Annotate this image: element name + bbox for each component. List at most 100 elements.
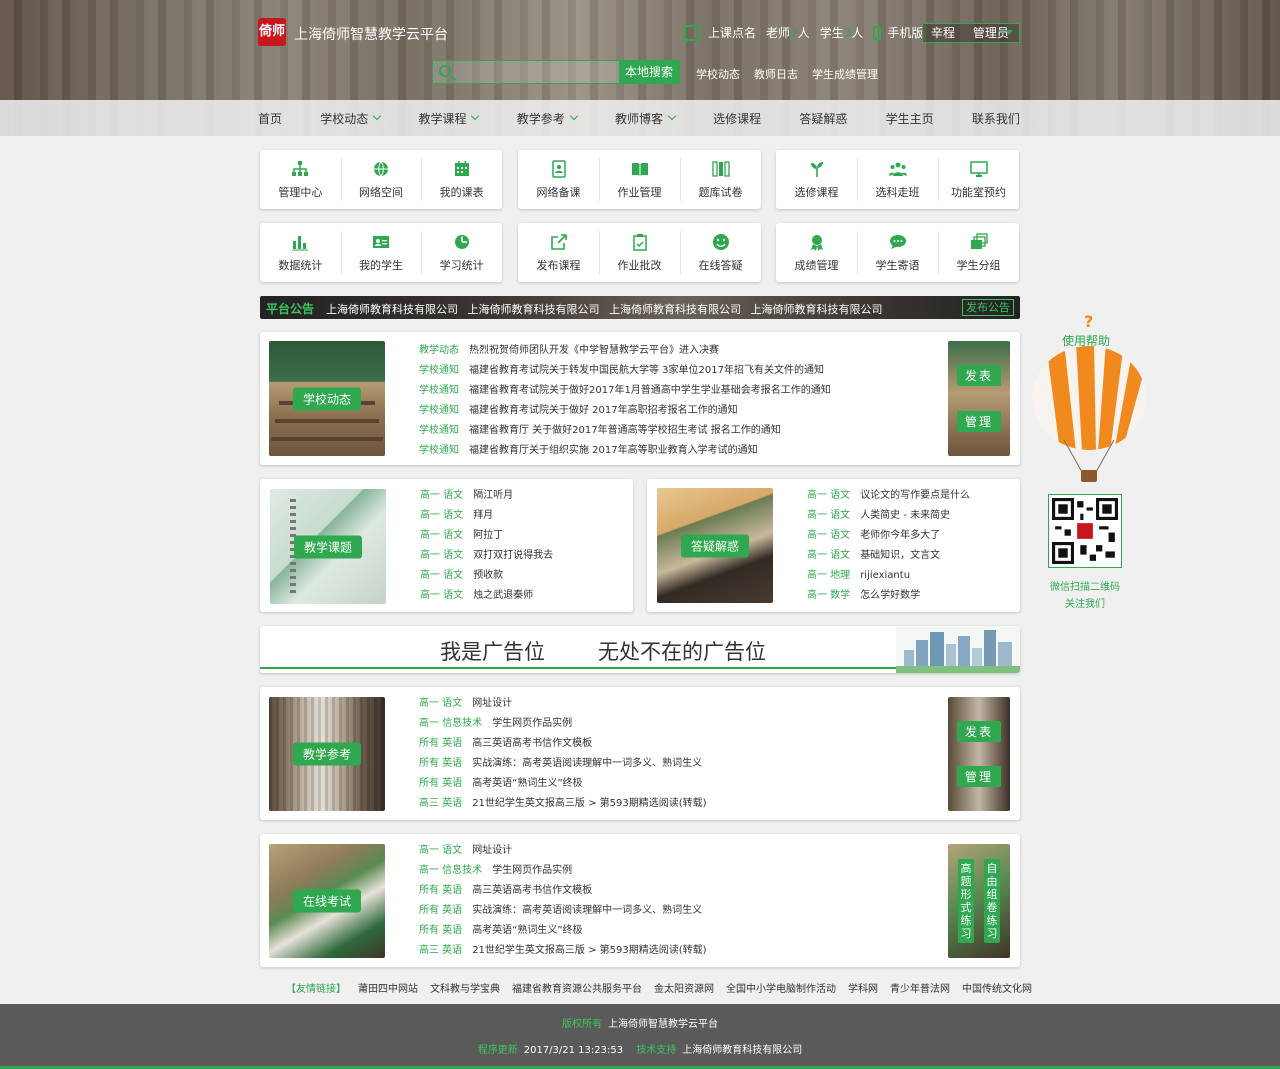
chevron-down-icon [1005, 30, 1013, 35]
school-news-badge[interactable]: 学校动态 [292, 387, 362, 410]
quick-management-center[interactable]: 管理中心 [260, 150, 341, 209]
custom-exam-button[interactable]: 自由组卷练习 [984, 859, 1000, 943]
online-exam-badge[interactable]: 在线考试 [292, 889, 362, 913]
friend-link[interactable]: 学科网 [848, 980, 878, 995]
list-item[interactable]: 学校通知 福建省教育考试院关于做好2017年1月普通高中学生学业基础会考报名工作的… [419, 381, 831, 401]
local-search-button[interactable]: 本地搜索 [618, 61, 679, 83]
quick-my-students[interactable]: 我的学生 [340, 223, 422, 282]
header-banner: 倚师 上海倚师智慧教学云平台 上课点名 老师2人 学生3人 手机版 辛程 管理员… [0, 0, 1280, 136]
list-item[interactable]: 所有 英语 高三英语高考书信作文模板 [419, 734, 707, 754]
nav-item-courses[interactable]: 教学课程 [418, 110, 480, 127]
list-item[interactable]: 学校通知 福建省教育考试院关于做好 2017年高职招考报名工作的通知 [419, 401, 831, 421]
friend-link[interactable]: 青少年普法网 [890, 980, 950, 995]
nav-item-home[interactable]: 首页 [258, 110, 282, 127]
footer-meta: 程序更新 2017/3/21 13:23:53 技术支持 上海倚师教育科技有限公司 [477, 1045, 803, 1056]
list-item[interactable]: 高一 语文 老师你今年多大了 [807, 526, 970, 546]
quick-question-bank[interactable]: 题库试卷 [680, 150, 761, 209]
teaching-reference-list: 高一 语文 网址设计 高一 信息技术 学生网页作品实例 所有 英语 高三英语高考书信作… [419, 694, 707, 814]
quick-publish-course[interactable]: 发布课程 [518, 223, 599, 282]
sub-link-student-scores[interactable]: 学生成绩管理 [812, 66, 878, 82]
friend-link[interactable]: 文科教与学宝典 [430, 980, 500, 995]
publish-button[interactable]: 发表 [956, 365, 1001, 387]
publish-announcement-button[interactable]: 发布公告 [962, 299, 1014, 316]
nav-item-qa[interactable]: 答疑解惑 [799, 110, 847, 127]
list-item[interactable]: 高一 语文 基础知识，文言文 [807, 546, 970, 566]
friend-link[interactable]: 福建省教育资源公共服务平台 [512, 980, 642, 995]
manage-button[interactable]: 管理 [956, 766, 1001, 787]
mobile-link[interactable]: 手机版 [887, 24, 923, 41]
friend-link[interactable]: 莆田四中网站 [358, 980, 418, 995]
nav-item-contact[interactable]: 联系我们 [972, 110, 1020, 127]
hot-air-balloon-icon[interactable] [1026, 312, 1152, 502]
list-item[interactable]: 教学动态 热烈祝贺倚师团队开发《中学智慧教学云平台》进入决赛 [419, 341, 831, 361]
quick-online-qa[interactable]: 在线答疑 [680, 223, 761, 282]
list-item[interactable]: 高一 信息技术 学生网页作品实例 [419, 714, 707, 734]
quick-homework-management[interactable]: 作业管理 [599, 150, 680, 209]
friend-link[interactable]: 中国传统文化网 [962, 980, 1032, 995]
quick-student-groups[interactable]: 学生分组 [938, 223, 1019, 282]
list-item[interactable]: 高一 语文 拜月 [420, 506, 553, 526]
ad-banner[interactable]: 我是广告位 无处不在的广告位 [260, 626, 1020, 673]
quick-panel-3: 选修课程 选科走班 功能室预约 [776, 150, 1019, 209]
list-item[interactable]: 学校通知 福建省教育考试院关于转发中国民航大学等 3家单位2017年招飞有关文件的… [419, 361, 831, 381]
quick-class-selection[interactable]: 选科走班 [857, 150, 938, 209]
friend-link[interactable]: 金太阳资源网 [654, 980, 714, 995]
quick-study-statistics[interactable]: 学习统计 [421, 223, 502, 282]
nav-item-electives[interactable]: 选修课程 [713, 110, 761, 127]
nav-item-student-home[interactable]: 学生主页 [886, 110, 934, 127]
school-news-actions: 发表 管理 [948, 341, 1010, 456]
list-item[interactable]: 学校通知 福建省教育厅 关于做好2017年普通高等学校招生考试 报名工作的通知 [419, 421, 831, 441]
nav-item-school-news[interactable]: 学校动态 [320, 110, 382, 127]
quick-elective-courses[interactable]: 选修课程 [776, 150, 857, 209]
announcement-text[interactable]: 上海倚师教育科技有限公司 上海倚师教育科技有限公司 上海倚师教育科技有限公司 上… [326, 301, 883, 317]
nav-item-reference[interactable]: 教学参考 [517, 110, 578, 127]
list-item[interactable]: 高一 信息技术 学生网页作品实例 [419, 861, 707, 881]
list-item[interactable]: 高一 语文 人类简史 - 未来简史 [807, 506, 970, 526]
quick-data-statistics[interactable]: 数据统计 [260, 223, 341, 282]
quick-network-space[interactable]: 网络空间 [340, 150, 422, 209]
quick-room-booking[interactable]: 功能室预约 [938, 150, 1019, 209]
list-item[interactable]: 高三 英语 21世纪学生英文报高三版 > 第593期精选阅读(转载) [419, 941, 707, 961]
list-item[interactable]: 所有 英语 高考英语“熟词生义”终极 [419, 774, 707, 794]
search-input[interactable] [457, 63, 627, 81]
user-menu[interactable]: 辛程 管理员 [922, 23, 1020, 43]
qa-badge[interactable]: 答疑解惑 [680, 534, 750, 557]
list-item[interactable]: 学校通知 福建省教育厅关于组织实施 2017年高等职业教育入学考试的通知 [419, 441, 831, 461]
list-item[interactable]: 高一 数学 怎么学好数学 [807, 586, 970, 606]
quick-online-lesson-prep[interactable]: 网络备课 [518, 150, 599, 209]
clipboard-icon [631, 233, 649, 251]
site-logo[interactable]: 倚师 [258, 18, 286, 46]
list-item[interactable]: 高一 语文 阿拉丁 [420, 526, 553, 546]
quick-homework-grading[interactable]: 作业批改 [599, 223, 680, 282]
teaching-reference-badge[interactable]: 教学参考 [292, 742, 362, 766]
share-icon [550, 233, 568, 251]
group-icon [888, 160, 907, 178]
quick-student-messages[interactable]: 学生寄语 [857, 223, 938, 282]
quick-my-schedule[interactable]: 我的课表 [421, 150, 502, 209]
friend-link[interactable]: 全国中小学电脑制作活动 [726, 980, 836, 995]
list-item[interactable]: 高一 语文 议论文的写作要点是什么 [807, 486, 970, 506]
list-item[interactable]: 所有 英语 高考英语“熟词生义”终极 [419, 921, 707, 941]
sub-link-teacher-log[interactable]: 教师日志 [754, 66, 798, 82]
checkin-link[interactable]: 上课点名 [708, 24, 756, 41]
list-item[interactable]: 所有 英语 高三英语高考书信作文模板 [419, 881, 707, 901]
list-item[interactable]: 高一 语文 隔江听月 [420, 486, 553, 506]
list-item[interactable]: 高一 语文 预收款 [420, 566, 553, 586]
list-item[interactable]: 高一 语文 网址设计 [419, 694, 707, 714]
list-item[interactable]: 所有 英语 实战演练：高考英语阅读理解中一词多义、熟词生义 [419, 901, 707, 921]
list-item[interactable]: 高一 语文 双打双打说得我去 [420, 546, 553, 566]
list-item[interactable]: 高一 地理 rijiexiantu [807, 566, 970, 586]
publish-button[interactable]: 发表 [956, 721, 1001, 742]
manage-button[interactable]: 管理 [956, 410, 1001, 432]
list-item[interactable]: 所有 英语 实战演练：高考英语阅读理解中一词多义、熟词生义 [419, 754, 707, 774]
list-item[interactable]: 高一 语文 网址设计 [419, 841, 707, 861]
teaching-topics-badge[interactable]: 教学课题 [293, 535, 363, 558]
sub-link-school-news[interactable]: 学校动态 [696, 66, 740, 82]
quick-score-management[interactable]: 成绩管理 [776, 223, 857, 282]
mock-exam-button[interactable]: 高题形式练习 [958, 859, 974, 943]
qa-card: 答疑解惑 高一 语文 议论文的写作要点是什么 高一 语文 人类简史 - 未来简史 高… [647, 479, 1020, 612]
list-item[interactable]: 高一 语文 烛之武退秦师 [420, 586, 553, 606]
list-item[interactable]: 高三 英语 21世纪学生英文报高三版 > 第593期精选阅读(转载) [419, 794, 707, 814]
nav-item-teacher-blog[interactable]: 教师博客 [615, 110, 677, 127]
globe-icon [372, 160, 390, 178]
